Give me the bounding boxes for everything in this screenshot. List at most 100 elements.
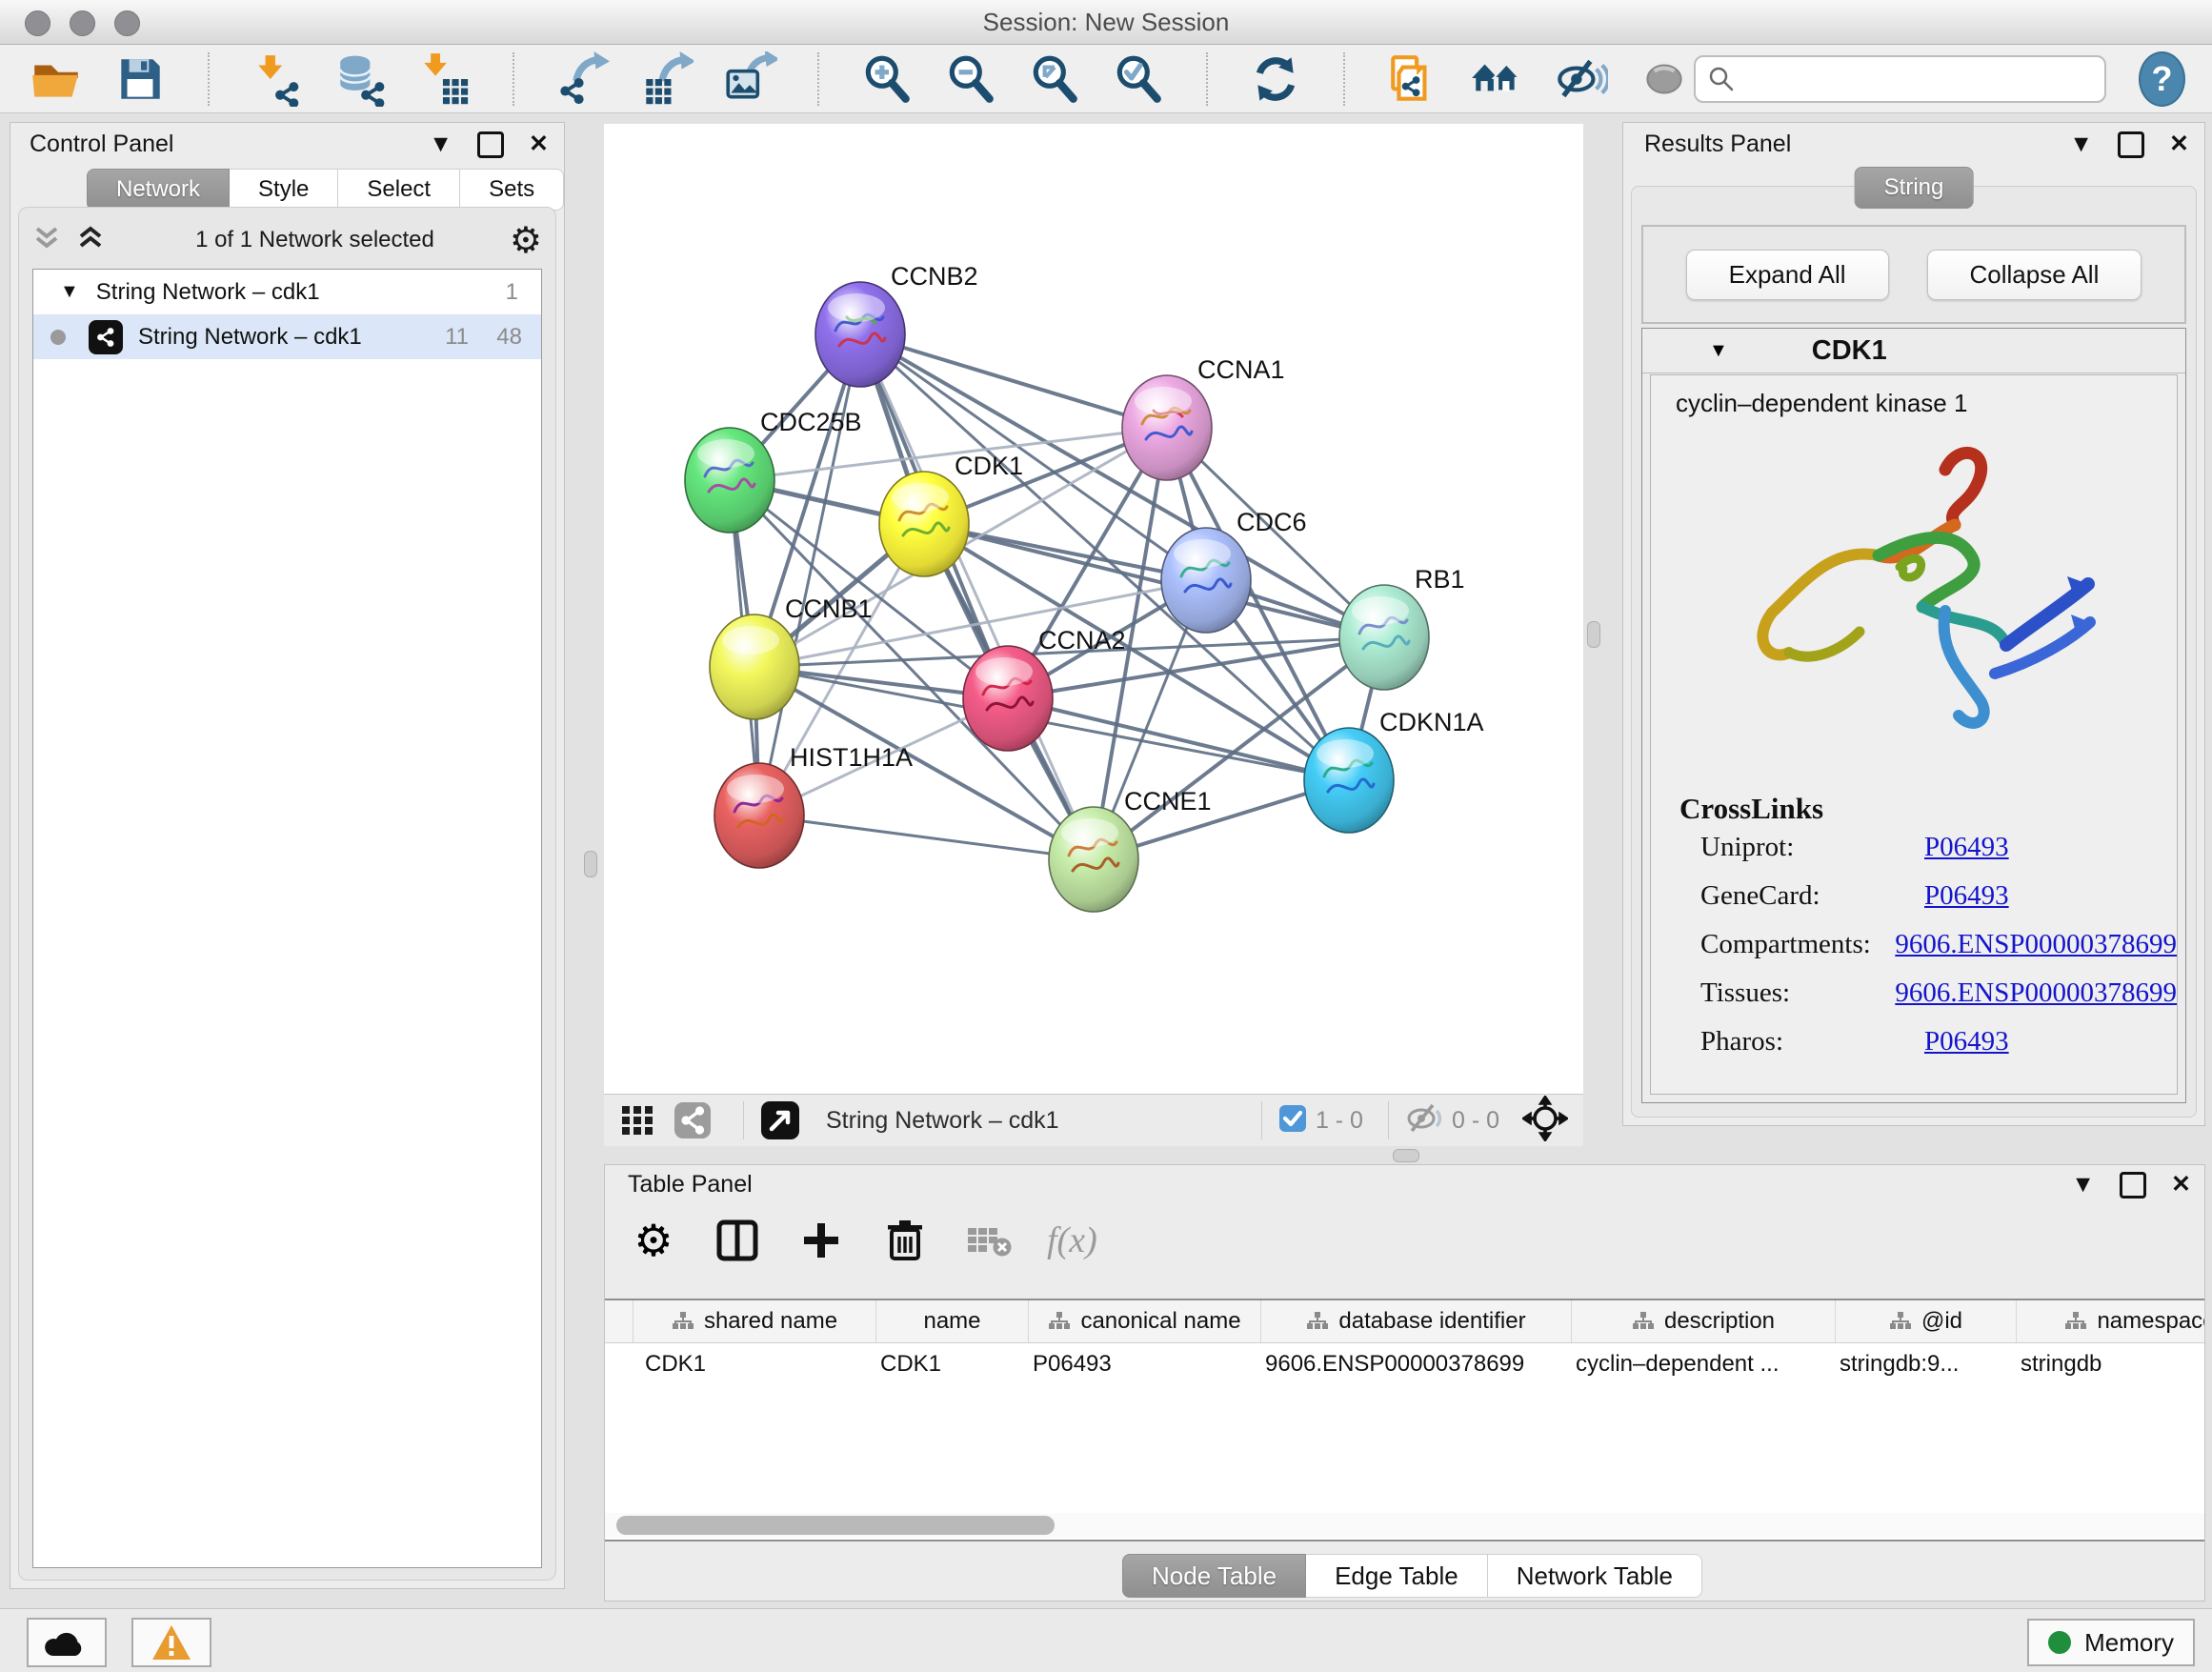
copy-network-button[interactable] [1383, 50, 1442, 109]
expand-all-button[interactable]: Expand All [1686, 250, 1889, 300]
table-options-gear-icon[interactable]: ⚙ [628, 1215, 679, 1266]
import-table-button[interactable] [415, 50, 474, 109]
network-type-icon [89, 320, 123, 354]
refresh-network-button[interactable] [1246, 50, 1305, 109]
network-node-CCNE1[interactable]: CCNE1 [1049, 787, 1212, 912]
tab-sets[interactable]: Sets [460, 169, 564, 211]
crosslink-value-pharos[interactable]: P06493 [1924, 1026, 2009, 1058]
open-session-button[interactable] [27, 50, 86, 109]
warnings-button[interactable] [131, 1618, 211, 1667]
table-row-0[interactable]: CDK1CDK1P064939606.ENSP00000378699cyclin… [605, 1343, 2204, 1385]
cell-name[interactable]: CDK1 [876, 1343, 1029, 1385]
crosslink-value-tissues[interactable]: 9606.ENSP00000378699 [1895, 977, 2177, 1009]
crosslink-value-uniprot[interactable]: P06493 [1924, 832, 2009, 863]
results-panel-maximize-button[interactable] [2118, 131, 2144, 158]
collapse-all-button[interactable]: Collapse All [1927, 250, 2142, 300]
delete-column-icon[interactable] [879, 1215, 931, 1266]
detach-view-icon[interactable] [759, 1099, 801, 1141]
gene-section-header[interactable]: ▼ CDK1 [1642, 329, 2185, 373]
zoom-fit-button[interactable] [1025, 50, 1084, 109]
cell-namespace[interactable]: stringdb [2017, 1343, 2204, 1385]
network-canvas[interactable]: CCNB2 CCNA1 CDC25B CDK1 CDC6 RB1 [604, 124, 1583, 1094]
export-network-button[interactable] [553, 50, 612, 109]
cell-description[interactable]: cyclin–dependent ... [1572, 1343, 1836, 1385]
first-neighbors-button[interactable] [1467, 50, 1526, 109]
close-window-button[interactable] [25, 10, 50, 36]
save-session-button[interactable] [111, 50, 170, 109]
crosslink-value-compartments[interactable]: 9606.ENSP00000378699 [1895, 929, 2177, 960]
cell-shared-name[interactable]: CDK1 [633, 1343, 876, 1385]
column-header-description[interactable]: description [1572, 1300, 1836, 1342]
export-table-button[interactable] [636, 50, 695, 109]
tab-string[interactable]: String [1855, 167, 1974, 209]
network-edge-CCNB2-CCNE1[interactable] [860, 334, 1094, 859]
birdseye-crosshair-icon[interactable] [1522, 1096, 1568, 1146]
network-node-CDK1[interactable]: CDK1 [879, 452, 1023, 576]
create-column-icon[interactable] [795, 1215, 847, 1266]
network-edge-CCNB2-CCNA1[interactable] [860, 334, 1167, 428]
control-panel-float-button[interactable]: ▼ [429, 132, 452, 156]
crosslink-value-genecard[interactable]: P06493 [1924, 880, 2009, 912]
collapse-all-networks-icon[interactable] [76, 223, 105, 258]
tab-node-table[interactable]: Node Table [1122, 1554, 1306, 1598]
scrollbar-thumb[interactable] [616, 1516, 1055, 1535]
table-panel-float-button[interactable]: ▼ [2071, 1173, 2095, 1197]
network-options-gear-icon[interactable]: ⚙ [510, 222, 542, 258]
gene-caret-icon[interactable]: ▼ [1709, 340, 1728, 362]
zoom-selected-button[interactable] [1109, 50, 1168, 109]
import-network-file-button[interactable] [248, 50, 307, 109]
right-splitter-handle[interactable] [1587, 621, 1600, 648]
minimize-window-button[interactable] [70, 10, 95, 36]
network-collection-row[interactable]: ▼ String Network – cdk1 1 [33, 270, 541, 314]
tab-edge-table[interactable]: Edge Table [1306, 1554, 1488, 1598]
column-header-database-identifier[interactable]: database identifier [1261, 1300, 1572, 1342]
network-node-RB1[interactable]: RB1 [1339, 565, 1465, 690]
column-header-id[interactable]: @id [1836, 1300, 2017, 1342]
network-node-HIST1H1A[interactable]: HIST1H1A [714, 743, 913, 868]
table-panel-maximize-button[interactable] [2120, 1172, 2146, 1199]
export-image-button[interactable] [720, 50, 779, 109]
column-header-shared-name[interactable]: shared name [633, 1300, 876, 1342]
collection-caret-icon[interactable]: ▼ [60, 281, 79, 303]
function-builder-icon[interactable]: f(x) [1047, 1215, 1097, 1266]
cell-database-identifier[interactable]: 9606.ENSP00000378699 [1261, 1343, 1572, 1385]
table-panel-close-button[interactable]: ✕ [2171, 1173, 2191, 1197]
tab-network-table[interactable]: Network Table [1488, 1554, 1702, 1598]
network-row[interactable]: String Network – cdk1 11 48 [33, 314, 541, 359]
expand-all-networks-icon[interactable] [32, 223, 61, 258]
column-header-canonical-name[interactable]: canonical name [1029, 1300, 1261, 1342]
control-panel-close-button[interactable]: ✕ [529, 132, 549, 156]
control-panel-maximize-button[interactable] [477, 131, 504, 158]
column-header-namespace[interactable]: namespace [2017, 1300, 2204, 1342]
show-all-button[interactable] [1635, 50, 1694, 109]
zoom-in-button[interactable] [857, 50, 916, 109]
tab-style[interactable]: Style [230, 169, 338, 211]
tab-network[interactable]: Network [87, 169, 230, 211]
network-view-icon[interactable] [673, 1100, 713, 1140]
delete-table-icon[interactable] [963, 1215, 1015, 1266]
search-box[interactable] [1694, 55, 2106, 103]
left-splitter-handle[interactable] [584, 851, 597, 877]
show-column-icon[interactable] [712, 1215, 763, 1266]
cloud-status-button[interactable] [27, 1618, 107, 1667]
search-input[interactable] [1743, 65, 2093, 93]
selected-checkbox-icon[interactable] [1277, 1103, 1308, 1138]
memory-button[interactable]: Memory [2027, 1619, 2195, 1666]
results-panel-float-button[interactable]: ▼ [2069, 132, 2093, 156]
tab-select[interactable]: Select [338, 169, 460, 211]
import-network-database-button[interactable] [332, 50, 391, 109]
hidden-count: 0 - 0 [1452, 1107, 1499, 1135]
grid-view-icon[interactable] [619, 1101, 657, 1139]
cell-canonical-name[interactable]: P06493 [1029, 1343, 1261, 1385]
bottom-splitter-handle[interactable] [1393, 1149, 1419, 1162]
results-panel-close-button[interactable]: ✕ [2169, 132, 2189, 156]
zoom-window-button[interactable] [114, 10, 140, 36]
help-button[interactable]: ? [2139, 51, 2185, 107]
network-edge-HIST1H1A-CCNE1[interactable] [759, 816, 1094, 859]
zoom-out-button[interactable] [941, 50, 1000, 109]
hidden-eye-slash-icon[interactable] [1404, 1101, 1444, 1140]
network-node-CDKN1A[interactable]: CDKN1A [1304, 708, 1484, 833]
hide-selected-button[interactable] [1551, 50, 1610, 109]
cell-id[interactable]: stringdb:9... [1836, 1343, 2017, 1385]
column-header-name[interactable]: name [876, 1300, 1029, 1342]
